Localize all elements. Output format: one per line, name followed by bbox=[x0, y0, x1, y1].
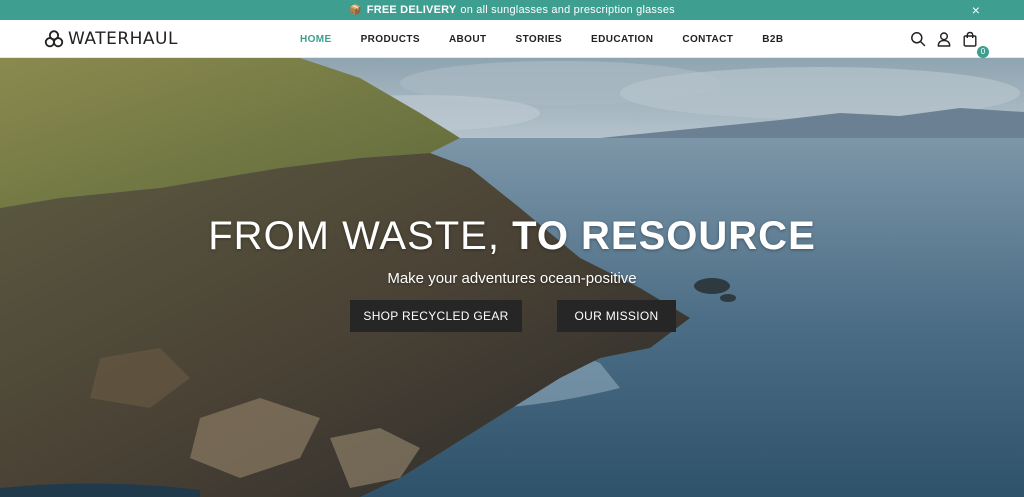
our-mission-button[interactable]: OUR MISSION bbox=[557, 300, 676, 332]
search-button[interactable] bbox=[910, 31, 926, 47]
announcement-highlight: FREE DELIVERY bbox=[366, 4, 457, 16]
announcement-text: on all sunglasses and prescription glass… bbox=[460, 4, 675, 16]
close-icon[interactable]: × bbox=[968, 2, 984, 18]
account-button[interactable] bbox=[936, 31, 952, 47]
user-icon bbox=[937, 32, 951, 47]
main-nav: HOME PRODUCTS ABOUT STORIES EDUCATION CO… bbox=[300, 20, 784, 58]
nav-b2b[interactable]: B2B bbox=[762, 34, 783, 45]
hero-subtitle: Make your adventures ocean-positive bbox=[387, 270, 637, 287]
logo[interactable]: WATERHAUL bbox=[43, 28, 178, 50]
hero-title-light: FROM WASTE, bbox=[208, 214, 500, 258]
search-icon bbox=[911, 32, 926, 47]
nav-products[interactable]: PRODUCTS bbox=[361, 34, 420, 45]
logo-text: WATERHAUL bbox=[68, 29, 178, 49]
nav-education[interactable]: EDUCATION bbox=[591, 34, 653, 45]
hero-banner: FROM WASTE, TO RESOURCE Make your advent… bbox=[0, 58, 1024, 497]
cart-button[interactable] bbox=[962, 31, 978, 47]
nav-home[interactable]: HOME bbox=[300, 34, 332, 45]
logo-mark-icon bbox=[44, 30, 64, 48]
shop-recycled-gear-button[interactable]: SHOP RECYCLED GEAR bbox=[350, 300, 522, 332]
cart-count-badge: 0 bbox=[977, 46, 989, 58]
hero-title: FROM WASTE, TO RESOURCE bbox=[0, 214, 1024, 259]
nav-about[interactable]: ABOUT bbox=[449, 34, 487, 45]
announcement-bar: 📦 FREE DELIVERY on all sunglasses and pr… bbox=[0, 0, 1024, 20]
package-icon: 📦 bbox=[349, 4, 362, 16]
shopping-bag-icon bbox=[963, 31, 977, 47]
hero-title-bold: TO RESOURCE bbox=[512, 214, 816, 258]
site-header: WATERHAUL HOME PRODUCTS ABOUT STORIES ED… bbox=[0, 20, 1024, 58]
nav-contact[interactable]: CONTACT bbox=[682, 34, 733, 45]
nav-stories[interactable]: STORIES bbox=[516, 34, 563, 45]
